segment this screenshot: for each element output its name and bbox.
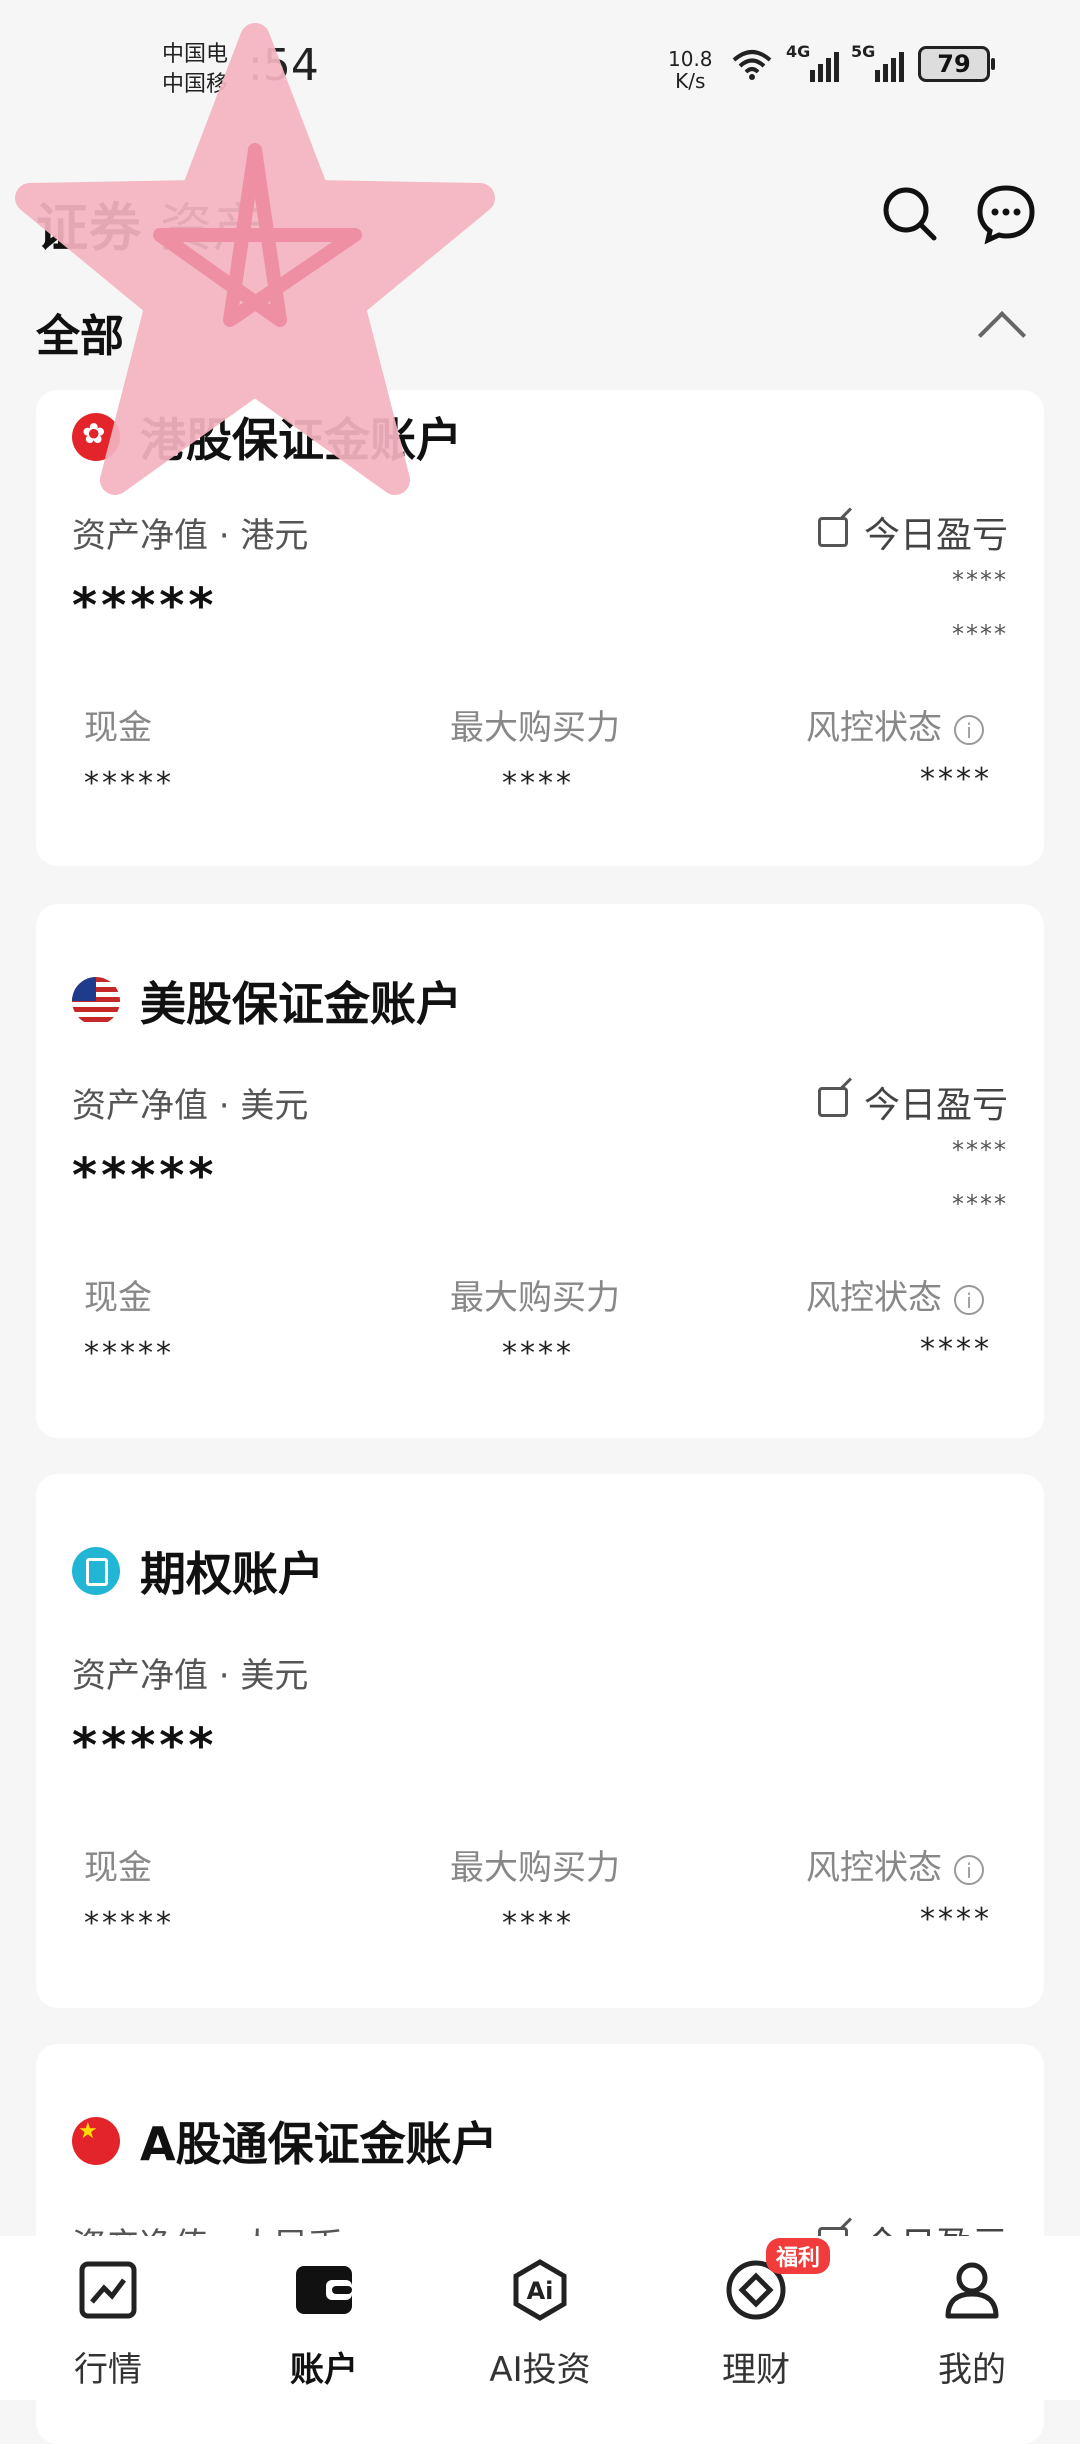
signal-5g-icon: 5G xyxy=(851,42,904,82)
nav-label: 资产净值 · 美元 xyxy=(72,1656,309,1696)
signal-4g-icon: 4G xyxy=(786,42,839,82)
cash-value: ***** xyxy=(84,1906,174,1941)
pnl-percent: **** xyxy=(952,1190,1008,1218)
person-icon xyxy=(945,2262,999,2319)
star-sticker xyxy=(15,23,495,495)
buying-power-label: 最大购买力 xyxy=(450,1278,620,1318)
cash-label: 现金 xyxy=(84,708,152,748)
buying-power-label: 最大购买力 xyxy=(450,1848,620,1888)
wallet-icon xyxy=(296,2266,352,2314)
nav-value: ***** xyxy=(72,1718,218,1774)
nav-label-me: 我的 xyxy=(938,2350,1006,2390)
external-link-icon xyxy=(817,517,848,547)
risk-status-value: **** xyxy=(920,1332,992,1367)
card-title: A股通保证金账户 xyxy=(140,2117,498,2171)
net-speed: 10.8 K/s xyxy=(668,48,713,92)
buying-power-value: **** xyxy=(502,1906,574,1941)
us-flag-icon xyxy=(72,977,120,1025)
info-icon[interactable]: i xyxy=(954,1284,984,1315)
ai-icon: Ai xyxy=(513,2259,567,2321)
card-title: 期权账户 xyxy=(140,1547,324,1601)
welfare-badge: 福利 xyxy=(766,2238,831,2274)
cash-value: ***** xyxy=(84,766,174,801)
net-speed-value: 10.8 xyxy=(668,47,713,71)
risk-status-label: 风控状态 i xyxy=(806,700,984,749)
cash-value: ***** xyxy=(84,1336,174,1371)
pnl-percent: **** xyxy=(952,620,1008,648)
account-card-us[interactable]: 美股保证金账户 资产净值 · 美元 今日盈亏 ***** **** **** 现… xyxy=(36,904,1044,1438)
risk-status-text: 风控状态 xyxy=(806,1278,942,1318)
risk-status-value: **** xyxy=(920,1902,992,1937)
card-header: 期权账户 xyxy=(72,1538,324,1604)
nav-label: 资产净值 · 美元 xyxy=(72,1086,309,1126)
signal-4g-tag: 4G xyxy=(786,42,811,61)
nav-tab-ai[interactable]: Ai AI投资 xyxy=(432,2236,648,2400)
nav-value: ***** xyxy=(72,578,218,634)
nav-label-ai: AI投资 xyxy=(489,2350,591,2390)
nav-label-account: 账户 xyxy=(290,2350,358,2390)
pnl-amount: **** xyxy=(952,566,1008,594)
nav-label-market: 行情 xyxy=(74,2350,142,2390)
nav-label-wealth: 理财 xyxy=(722,2350,790,2390)
svg-text:Ai: Ai xyxy=(527,2277,554,2305)
today-pnl-link[interactable]: 今日盈亏 xyxy=(817,1076,1008,1128)
search-icon[interactable] xyxy=(878,182,942,246)
info-icon[interactable]: i xyxy=(954,1854,984,1885)
options-account-icon xyxy=(72,1547,120,1595)
nav-tab-me[interactable]: 我的 xyxy=(864,2236,1080,2400)
pnl-amount: **** xyxy=(952,1136,1008,1164)
account-card-options[interactable]: 期权账户 资产净值 · 美元 ***** 现金 最大购买力 风控状态 i ****… xyxy=(36,1474,1044,2008)
card-header: 美股保证金账户 xyxy=(72,968,462,1034)
nav-value: ***** xyxy=(72,1148,218,1204)
net-speed-unit: K/s xyxy=(675,69,706,93)
chart-trend-icon xyxy=(79,2261,137,2319)
card-header: A股通保证金账户 xyxy=(72,2108,498,2174)
card-title: 美股保证金账户 xyxy=(140,977,462,1031)
risk-status-label: 风控状态 i xyxy=(806,1270,984,1319)
risk-status-value: **** xyxy=(920,762,992,797)
buying-power-label: 最大购买力 xyxy=(450,708,620,748)
pnl-label: 今日盈亏 xyxy=(863,515,1008,556)
risk-status-text: 风控状态 xyxy=(806,1848,942,1888)
risk-status-text: 风控状态 xyxy=(806,708,942,748)
nav-tab-account[interactable]: 账户 xyxy=(216,2236,432,2400)
chevron-up-icon[interactable] xyxy=(977,310,1027,360)
wifi-icon xyxy=(732,50,772,80)
status-icons: 4G 5G 79 xyxy=(730,42,995,82)
cn-flag-icon xyxy=(72,2117,120,2165)
nav-tab-wealth[interactable]: 福利 理财 xyxy=(648,2236,864,2400)
battery-icon: 79 xyxy=(918,46,995,82)
info-icon[interactable]: i xyxy=(954,714,984,745)
today-pnl-link[interactable]: 今日盈亏 xyxy=(817,506,1008,558)
buying-power-value: **** xyxy=(502,766,574,801)
pnl-label: 今日盈亏 xyxy=(863,1085,1008,1126)
nav-tab-market[interactable]: 行情 xyxy=(0,2236,216,2400)
risk-status-label: 风控状态 i xyxy=(806,1840,984,1889)
buying-power-value: **** xyxy=(502,1336,574,1371)
cash-label: 现金 xyxy=(84,1848,152,1888)
signal-5g-tag: 5G xyxy=(851,42,876,61)
external-link-icon xyxy=(817,1087,848,1117)
bottom-nav: 行情 账户 Ai AI投资 福利 理财 我的 xyxy=(0,2236,1080,2400)
cash-label: 现金 xyxy=(84,1278,152,1318)
message-icon[interactable] xyxy=(974,182,1038,246)
